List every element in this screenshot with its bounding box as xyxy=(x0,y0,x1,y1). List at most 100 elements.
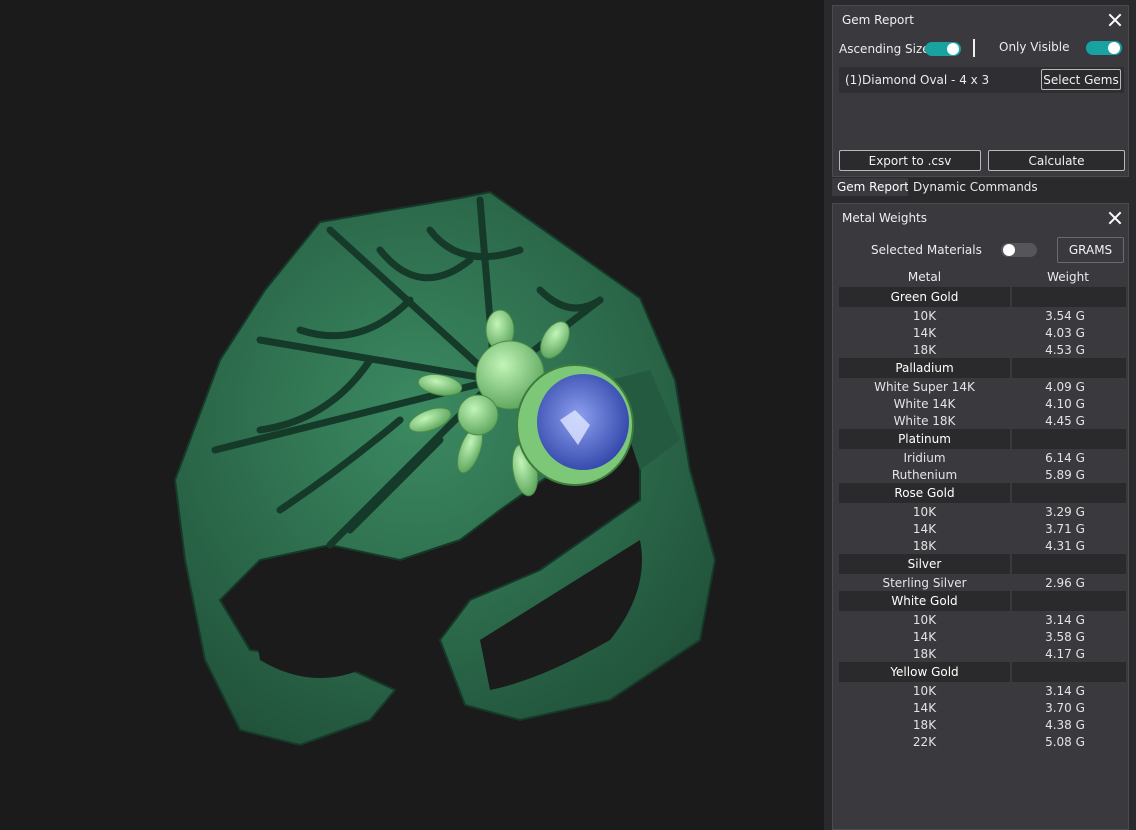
metal-weight-cell: 4.31 G xyxy=(1045,538,1085,553)
metal-weight-cell: 3.54 G xyxy=(1045,308,1085,323)
metal-weight-cell: 3.58 G xyxy=(1045,629,1085,644)
table-row: 22K 5.08 G xyxy=(839,733,1126,750)
select-gems-button[interactable]: Select Gems xyxy=(1041,69,1121,90)
metal-group-weight-cell xyxy=(1012,591,1126,611)
column-header-weight: Weight xyxy=(1047,270,1089,284)
table-row: 14K 3.70 G xyxy=(839,699,1126,716)
table-row: Sterling Silver 2.96 G xyxy=(839,574,1126,591)
metal-alloy-cell: Ruthenium xyxy=(891,467,958,482)
metal-group-weight-cell xyxy=(1012,662,1126,682)
table-row: 14K 3.58 G xyxy=(839,628,1126,645)
metal-alloy-cell: White 18K xyxy=(893,413,956,428)
metal-alloy-cell: 18K xyxy=(912,717,937,732)
metal-group-weight-cell xyxy=(1012,287,1126,307)
column-header-metal: Metal xyxy=(907,270,942,284)
metal-weight-cell: 4.10 G xyxy=(1045,396,1085,411)
gem-report-panel: Gem Report Ascending Size Only Visible (… xyxy=(832,5,1129,177)
metal-weight-cell: 3.70 G xyxy=(1045,700,1085,715)
metal-weight-cell: 4.17 G xyxy=(1045,646,1085,661)
only-visible-label: Only Visible xyxy=(999,40,1070,54)
metal-group-row: Green Gold xyxy=(839,287,1126,307)
metal-alloy-cell: 10K xyxy=(912,612,937,627)
metal-group-name: Rose Gold xyxy=(839,483,1010,503)
metal-weight-cell: 4.38 G xyxy=(1045,717,1085,732)
metal-weight-cell: 3.29 G xyxy=(1045,504,1085,519)
table-row: 14K 4.03 G xyxy=(839,324,1126,341)
ring-band xyxy=(173,190,717,747)
table-row: White 18K 4.45 G xyxy=(839,412,1126,429)
metal-group-weight-cell xyxy=(1012,358,1126,378)
selected-materials-label: Selected Materials xyxy=(871,243,982,257)
metal-weights-title: Metal Weights xyxy=(842,211,928,225)
table-row: 18K 4.38 G xyxy=(839,716,1126,733)
metal-weights-table: Metal Weight Green Gold 10K 3.54 G 14K 4.03 … xyxy=(839,267,1126,750)
only-visible-toggle[interactable] xyxy=(1086,41,1122,55)
export-csv-button[interactable]: Export to .csv xyxy=(839,150,981,171)
gem-report-title: Gem Report xyxy=(842,13,914,27)
metal-alloy-cell: 18K xyxy=(912,538,937,553)
metal-group-weight-cell xyxy=(1012,429,1126,449)
selected-materials-toggle[interactable] xyxy=(1001,243,1037,257)
table-row: Iridium 6.14 G xyxy=(839,449,1126,466)
metal-alloy-cell: 18K xyxy=(912,646,937,661)
metal-group-name: White Gold xyxy=(839,591,1010,611)
table-row: White 14K 4.10 G xyxy=(839,395,1126,412)
metal-weight-cell: 6.14 G xyxy=(1045,450,1085,465)
metal-alloy-cell: 18K xyxy=(912,342,937,357)
close-icon[interactable] xyxy=(1108,211,1122,225)
ascending-size-toggle[interactable] xyxy=(925,42,961,56)
metal-group-row: Platinum xyxy=(839,429,1126,449)
metal-alloy-cell: White Super 14K xyxy=(874,379,975,394)
table-row: Ruthenium 5.89 G xyxy=(839,466,1126,483)
metal-alloy-cell: 14K xyxy=(912,325,937,340)
gem-item-label: (1)Diamond Oval - 4 x 3 xyxy=(845,73,990,87)
grams-unit-button[interactable]: GRAMS xyxy=(1057,237,1124,263)
metal-alloy-cell: 22K xyxy=(912,734,937,749)
metal-alloy-cell: 10K xyxy=(912,308,937,323)
metal-weight-cell: 3.14 G xyxy=(1045,683,1085,698)
table-row: 10K 3.14 G xyxy=(839,682,1126,699)
metal-alloy-cell: 14K xyxy=(912,629,937,644)
metal-weight-cell: 5.89 G xyxy=(1045,467,1085,482)
table-row: 10K 3.54 G xyxy=(839,307,1126,324)
gem-list-item[interactable]: (1)Diamond Oval - 4 x 3 Select Gems xyxy=(839,67,1124,93)
table-header: Metal Weight xyxy=(839,267,1126,287)
ring-model-render xyxy=(173,190,717,747)
table-row: 14K 3.71 G xyxy=(839,520,1126,537)
metal-group-name: Green Gold xyxy=(839,287,1010,307)
metal-weight-cell: 3.71 G xyxy=(1045,521,1085,536)
ascending-size-label: Ascending Size xyxy=(839,42,930,56)
metal-group-name: Yellow Gold xyxy=(839,662,1010,682)
metal-alloy-cell: Sterling Silver xyxy=(882,575,967,590)
metal-alloy-cell: 10K xyxy=(912,683,937,698)
metal-alloy-cell: 14K xyxy=(912,700,937,715)
tab-dynamic-commands[interactable]: Dynamic Commands xyxy=(908,178,1043,196)
metal-group-row: Silver xyxy=(839,554,1126,574)
metal-group-row: Yellow Gold xyxy=(839,662,1126,682)
metal-group-name: Platinum xyxy=(839,429,1010,449)
metal-weight-cell: 2.96 G xyxy=(1045,575,1085,590)
metal-group-weight-cell xyxy=(1012,554,1126,574)
3d-viewport[interactable] xyxy=(0,0,824,830)
metal-weight-cell: 4.45 G xyxy=(1045,413,1085,428)
close-icon[interactable] xyxy=(1108,13,1122,27)
metal-weight-cell: 4.09 G xyxy=(1045,379,1085,394)
metal-alloy-cell: 14K xyxy=(912,521,937,536)
metal-weights-panel: Metal Weights Selected Materials GRAMS M… xyxy=(832,203,1129,830)
table-row: 10K 3.14 G xyxy=(839,611,1126,628)
table-row: 10K 3.29 G xyxy=(839,503,1126,520)
metal-weight-cell: 5.08 G xyxy=(1045,734,1085,749)
metal-weight-cell: 4.03 G xyxy=(1045,325,1085,340)
table-row: 18K 4.53 G xyxy=(839,341,1126,358)
metal-weight-cell: 3.14 G xyxy=(1045,612,1085,627)
table-row: 18K 4.31 G xyxy=(839,537,1126,554)
metal-group-row: Palladium xyxy=(839,358,1126,378)
metal-group-name: Palladium xyxy=(839,358,1010,378)
tab-gem-report[interactable]: Gem Report xyxy=(832,178,914,196)
calculate-button[interactable]: Calculate xyxy=(988,150,1125,171)
metal-alloy-cell: White 14K xyxy=(893,396,956,411)
table-row: 18K 4.17 G xyxy=(839,645,1126,662)
metal-weight-cell: 4.53 G xyxy=(1045,342,1085,357)
side-panel: Gem Report Ascending Size Only Visible (… xyxy=(824,0,1136,830)
metal-group-row: Rose Gold xyxy=(839,483,1126,503)
